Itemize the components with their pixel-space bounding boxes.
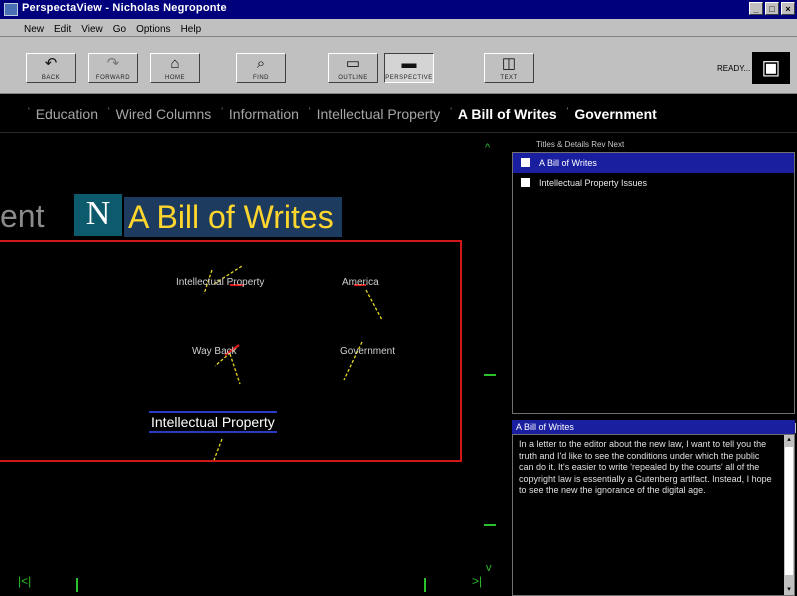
menu-bar: New Edit View Go Options Help — [0, 19, 797, 37]
breadcrumb-information[interactable]: Information — [229, 106, 299, 122]
home-button[interactable]: ⌂ HOME — [150, 53, 200, 83]
vertical-scrollbar[interactable]: ▴ ▾ — [784, 435, 794, 595]
forward-label: FORWARD — [95, 75, 131, 81]
minimize-button[interactable]: _ — [749, 2, 763, 15]
topic-node[interactable]: Government — [340, 346, 395, 357]
checkbox[interactable] — [521, 158, 530, 167]
menu-edit[interactable]: Edit — [49, 22, 76, 35]
text-label: TEXT — [500, 75, 518, 81]
scroll-marker[interactable] — [76, 578, 78, 592]
breadcrumb: ' Education ' Wired Columns ' Information '… — [0, 94, 797, 133]
back-icon: ↶ — [44, 55, 58, 72]
breadcrumb-separator: ' — [450, 106, 452, 116]
window-title: PerspectaView - Nicholas Negroponte — [22, 2, 227, 14]
scroll-up-icon[interactable]: ▴ — [784, 435, 794, 445]
forward-icon: ↷ — [106, 55, 120, 72]
scroll-marker[interactable] — [424, 578, 426, 592]
outline-button[interactable]: ▭ OUTLINE — [328, 53, 378, 83]
scroll-down-icon[interactable]: ▾ — [784, 585, 794, 595]
app-icon — [4, 3, 18, 16]
status-text: READY... — [717, 64, 751, 73]
perspective-canvas[interactable]: ent N A Bill of Writes Intellectual Prop… — [0, 134, 512, 596]
menu-view[interactable]: View — [76, 22, 108, 35]
menu-new[interactable]: New — [0, 22, 49, 35]
breadcrumb-separator: ' — [221, 106, 223, 116]
forward-button[interactable]: ↷ FORWARD — [88, 53, 138, 83]
list-item[interactable]: Intellectual Property Issues — [513, 173, 794, 193]
topic-list: A Bill of Writes Intellectual Property I… — [512, 152, 796, 433]
link-line — [213, 438, 223, 461]
scroll-down-icon[interactable]: v — [486, 562, 492, 574]
scroll-left-icon[interactable]: |<| — [18, 574, 31, 588]
topic-links — [203, 265, 383, 461]
breadcrumb-education[interactable]: Education — [36, 106, 98, 122]
breadcrumb-government[interactable]: Government — [574, 106, 656, 122]
back-label: BACK — [41, 75, 61, 81]
breadcrumb-separator: ' — [107, 106, 110, 116]
breadcrumb-separator: ' — [566, 106, 569, 116]
perspective-button[interactable]: ▬ PERSPECTIVE — [384, 53, 434, 83]
text-icon: ◫ — [501, 55, 517, 72]
checkbox[interactable] — [521, 178, 530, 187]
maximize-button[interactable]: □ — [765, 2, 779, 15]
topic-node[interactable]: America — [342, 277, 379, 288]
outline-icon: ▭ — [345, 55, 361, 72]
topic-node[interactable]: Intellectual Property — [176, 277, 264, 288]
outline-label: OUTLINE — [338, 75, 368, 81]
menu-help[interactable]: Help — [176, 22, 207, 35]
toolbar: ↶ BACK ↷ FORWARD ⌂ HOME ⌕ FIND ▭ OUTLINE… — [0, 37, 797, 94]
description-title: A Bill of Writes — [512, 420, 795, 434]
list-header: Titles & Details Rev Next — [536, 140, 625, 149]
app-logo-icon: ▣ — [752, 52, 790, 84]
back-button[interactable]: ↶ BACK — [26, 53, 76, 83]
list-item-label: A Bill of Writes — [539, 158, 597, 168]
close-button[interactable]: × — [781, 2, 795, 15]
breadcrumb-intellectual-property[interactable]: Intellectual Property — [317, 106, 441, 122]
scroll-right-icon[interactable]: >| — [472, 574, 482, 588]
find-icon: ⌕ — [256, 55, 266, 72]
topic-node[interactable]: Way Back — [192, 346, 237, 357]
list-item[interactable]: A Bill of Writes — [513, 153, 794, 173]
topic-node-selected[interactable]: Intellectual Property — [149, 411, 277, 433]
scroll-marker[interactable] — [484, 374, 496, 376]
link-line — [229, 353, 241, 385]
scroll-thumb[interactable] — [785, 447, 793, 575]
link-line — [365, 289, 383, 321]
scroll-up-icon[interactable]: ^ — [485, 142, 490, 154]
breadcrumb-bill-of-writes[interactable]: A Bill of Writes — [458, 106, 557, 122]
breadcrumb-wired-columns[interactable]: Wired Columns — [116, 106, 212, 122]
window-controls: _ □ × — [749, 2, 795, 15]
perspective-label: PERSPECTIVE — [385, 75, 433, 81]
list-item-label: Intellectual Property Issues — [539, 178, 648, 188]
home-icon: ⌂ — [170, 55, 180, 72]
scroll-marker[interactable] — [484, 524, 496, 526]
text-button[interactable]: ◫ TEXT — [484, 53, 534, 83]
title-bar: PerspectaView - Nicholas Negroponte _ □ … — [0, 0, 797, 19]
breadcrumb-separator: ' — [28, 106, 30, 116]
home-label: HOME — [165, 75, 185, 81]
menu-go[interactable]: Go — [108, 22, 131, 35]
find-label: FIND — [253, 75, 269, 81]
description-text: In a letter to the editor about the new … — [519, 439, 772, 495]
perspective-icon: ▬ — [401, 55, 417, 72]
menu-options[interactable]: Options — [131, 22, 175, 35]
description-box: In a letter to the editor about the new … — [512, 434, 795, 596]
info-panel: Titles & Details Rev Next A Bill of Writ… — [512, 134, 797, 596]
breadcrumb-separator: ' — [308, 106, 311, 116]
find-button[interactable]: ⌕ FIND — [236, 53, 286, 83]
